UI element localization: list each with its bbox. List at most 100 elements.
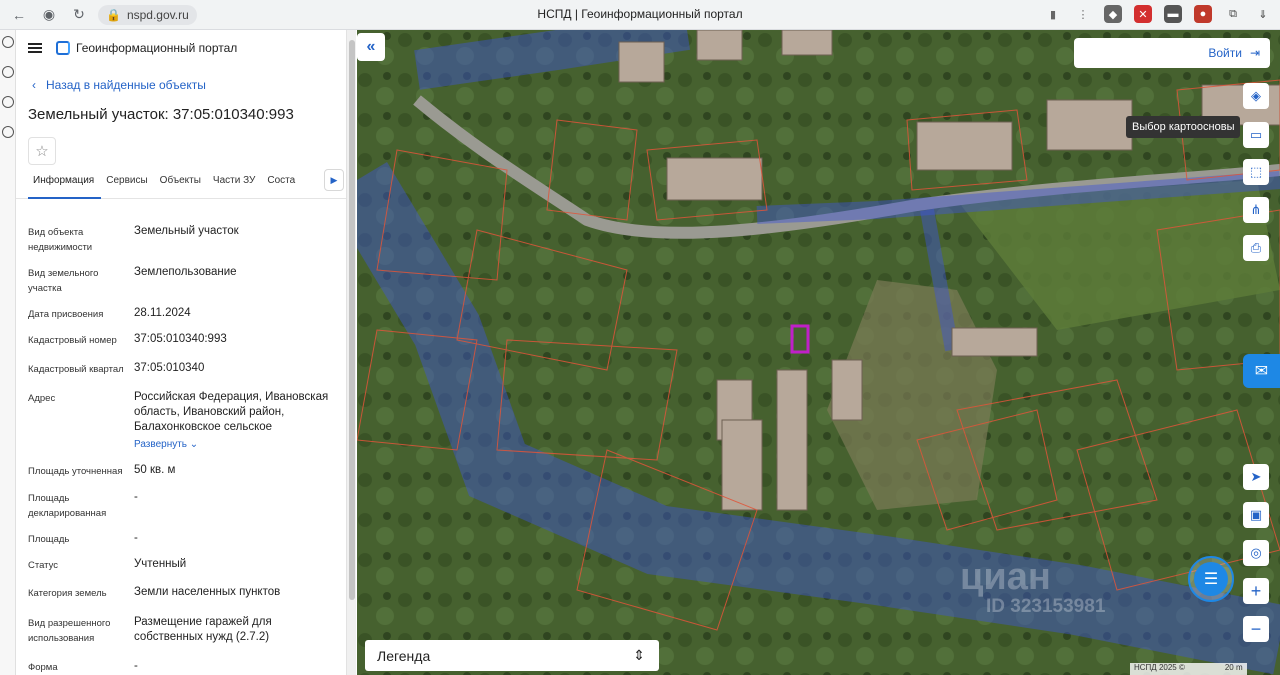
layers-button[interactable]: ◈: [1243, 83, 1269, 109]
reader-mode-icon[interactable]: ◉: [38, 4, 60, 26]
app-title: Геоинформационный портал: [76, 41, 238, 55]
attr-label: Дата присвоения: [28, 309, 104, 320]
attr-label: Площадь декларированная: [28, 493, 107, 519]
favorite-button[interactable]: ☆: [28, 137, 56, 165]
zoom-out-button[interactable]: −: [1243, 616, 1269, 642]
puzzle-extension-icon[interactable]: ⧉: [1224, 5, 1242, 23]
compass-icon[interactable]: [2, 66, 14, 78]
attr-label: Кадастровый квартал: [28, 364, 124, 375]
attr-label: Вид земельного участка: [28, 268, 99, 294]
back-to-results-link[interactable]: ‹ Назад в найденные объекты: [32, 78, 346, 92]
close-extension-icon[interactable]: ✕: [1134, 5, 1152, 23]
tab-composition[interactable]: Соста: [262, 175, 302, 199]
back-arrow-icon[interactable]: ←: [8, 4, 30, 26]
collapse-panel-button[interactable]: «: [357, 33, 385, 61]
share-button[interactable]: ⋔: [1243, 197, 1269, 223]
attr-label: Вид объекта недвижимости: [28, 227, 93, 253]
attr-label: Адрес: [28, 393, 56, 404]
print-button[interactable]: ⎙: [1243, 235, 1269, 261]
help-widget-button[interactable]: ✉: [1243, 354, 1280, 388]
back-link-label: Назад в найденные объекты: [46, 78, 206, 92]
tab-information[interactable]: Информация: [28, 175, 102, 199]
attr-label: Площадь: [28, 534, 70, 545]
minimap-button[interactable]: ▣: [1243, 502, 1269, 528]
attr-value: -: [134, 532, 138, 544]
attr-value: Земельный участок: [134, 225, 239, 237]
attr-value: Земли населенных пунктов: [134, 586, 281, 598]
attr-label: Вид разрешенного использования: [28, 618, 111, 644]
portal-logo-icon: [56, 41, 70, 55]
tabs-scroll-right-button[interactable]: ▶: [324, 169, 344, 191]
zoom-in-button[interactable]: +: [1243, 578, 1269, 604]
map-watermark: циан: [960, 556, 1051, 598]
plus-icon: +: [1250, 580, 1262, 601]
lock-icon: 🔒: [106, 7, 121, 22]
attr-label: Форма собственности: [28, 662, 58, 673]
basemap-selector-button[interactable]: ▭: [1243, 122, 1269, 148]
panel-icon[interactable]: [2, 96, 14, 108]
attribution-text: НСПД 2025 ©: [1134, 663, 1185, 672]
star-icon: ☆: [35, 143, 49, 160]
attr-value: 28.11.2024: [134, 307, 191, 319]
panel-scrollbar[interactable]: [346, 30, 356, 675]
browser-sidebar: [0, 30, 16, 675]
scale-label: 20 m: [1224, 663, 1243, 672]
object-title: Земельный участок: 37:05:010340:993: [28, 106, 294, 123]
navigation-arrow-icon: ➤: [1250, 469, 1262, 484]
history-icon[interactable]: [2, 36, 14, 48]
chat-button[interactable]: ☰: [1188, 556, 1234, 602]
select-area-icon: ⬚: [1249, 164, 1263, 179]
updown-chevron-icon: ⇕: [633, 647, 645, 663]
tab-parcel-parts[interactable]: Части ЗУ: [208, 175, 262, 199]
message-icon: ☰: [1194, 562, 1228, 596]
attr-value: -: [134, 660, 138, 672]
info-panel: Геоинформационный портал ‹ Назад в найде…: [16, 30, 346, 675]
tab-bar: Информация Сервисы Объекты Части ЗУ Сост…: [16, 169, 346, 199]
attr-value: Землепользование: [134, 266, 237, 278]
target-icon: ◎: [1250, 545, 1262, 560]
attr-label: Категория земель: [28, 588, 107, 599]
bag-icon[interactable]: [2, 126, 14, 138]
picture-in-picture-icon: ▣: [1249, 507, 1263, 522]
chevron-left-icon: ‹: [32, 78, 36, 92]
minus-icon: −: [1250, 618, 1262, 639]
map-watermark-id: ID 323153981: [986, 596, 1106, 617]
chevron-down-icon: ⌄: [189, 439, 199, 450]
legend-selector[interactable]: Легенда ⇕: [365, 640, 659, 671]
attr-label: Статус: [28, 560, 59, 571]
avatar-extension-icon[interactable]: ●: [1194, 5, 1212, 23]
url-text: nspd.gov.ru: [126, 7, 189, 22]
tab-services[interactable]: Сервисы: [101, 175, 154, 199]
address-value: Российская Федерация, Ивановская область…: [134, 391, 329, 433]
download-icon[interactable]: ⇓: [1254, 5, 1272, 23]
attr-value: 37:05:010340: [134, 362, 205, 374]
bookmark-icon[interactable]: ▮: [1044, 5, 1062, 23]
area-select-button[interactable]: ⬚: [1243, 159, 1269, 185]
shield-extension-icon[interactable]: ◆: [1104, 5, 1122, 23]
share-icon: ⋔: [1250, 202, 1262, 217]
more-menu-icon[interactable]: ⋮: [1074, 5, 1092, 23]
extensions-row: ▮ ⋮ ◆ ✕ ▬ ● ⧉ ⇓: [1044, 5, 1272, 23]
attr-value: Размещение гаражей для собственных нужд …: [134, 616, 272, 643]
scrollbar-thumb[interactable]: [349, 40, 355, 600]
expand-address-link[interactable]: Развернуть ⌄: [134, 439, 198, 450]
legend-label: Легенда: [377, 647, 431, 664]
browser-toolbar: ← ◉ ↻ 🔒 nspd.gov.ru НСПД | Геоинформацио…: [0, 0, 1280, 30]
expand-label: Развернуть: [134, 439, 188, 450]
login-button[interactable]: Войти ⇥: [1074, 38, 1270, 68]
menu-icon[interactable]: [28, 43, 42, 53]
tab-objects[interactable]: Объекты: [155, 175, 208, 199]
geolocation-button[interactable]: ➤: [1243, 464, 1269, 490]
chat-bubble-icon: ✉: [1254, 363, 1269, 380]
login-icon: ⇥: [1249, 46, 1260, 60]
attr-value: 50 кв. м: [134, 464, 176, 476]
app-logo[interactable]: Геоинформационный портал: [56, 41, 237, 55]
app-header: Геоинформационный портал: [16, 30, 346, 66]
reload-icon[interactable]: ↻: [68, 4, 90, 26]
hat-extension-icon[interactable]: ▬: [1164, 5, 1182, 23]
double-chevron-left-icon: «: [366, 38, 376, 55]
map-attribution: НСПД 2025 © 20 m: [1130, 663, 1247, 675]
ruler-icon: ▭: [1249, 127, 1263, 142]
address-bar[interactable]: 🔒 nspd.gov.ru: [98, 4, 197, 25]
locate-button[interactable]: ◎: [1243, 540, 1269, 566]
